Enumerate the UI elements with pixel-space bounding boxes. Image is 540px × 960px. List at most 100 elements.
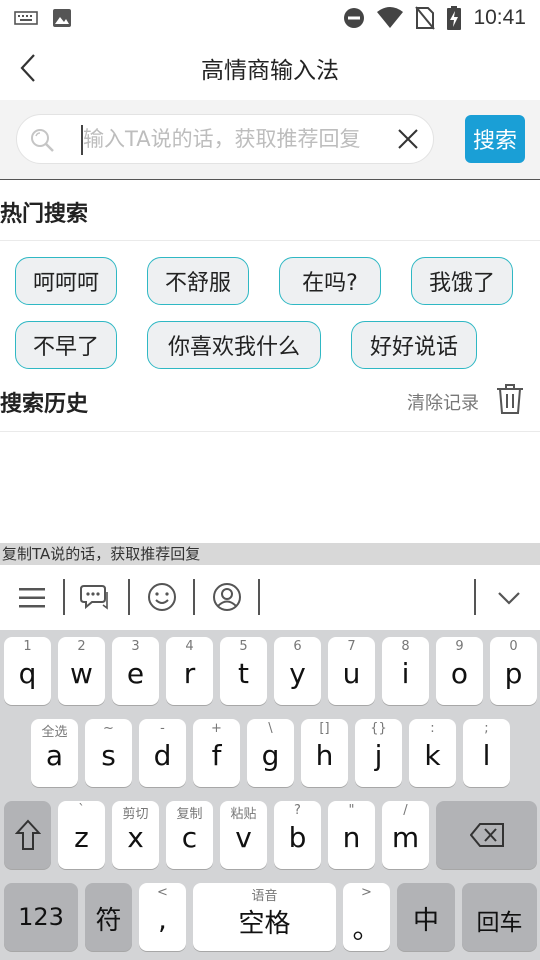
hot-tag[interactable]: 呵呵呵 [15, 257, 117, 305]
key-hint: 9 [455, 639, 464, 654]
key-c[interactable]: 复制 c [166, 801, 213, 869]
key-i[interactable]: 8i [382, 637, 429, 705]
key-e[interactable]: 3e [112, 637, 159, 705]
key-hint: 5 [239, 639, 248, 654]
key-a[interactable]: 全选 a [31, 719, 78, 787]
clear-history-button[interactable]: 清除记录 [407, 389, 479, 415]
key-hint: 1 [23, 639, 32, 654]
key-l[interactable]: ; l [463, 719, 510, 787]
divider [0, 240, 540, 241]
status-time: 10:41 [473, 6, 526, 29]
key-p[interactable]: 0p [490, 637, 537, 705]
key-label: v [235, 821, 252, 854]
key-s[interactable]: ~ s [85, 719, 132, 787]
chevron-down-icon[interactable] [497, 591, 521, 605]
key-hint: < [157, 885, 168, 900]
backspace-key[interactable] [436, 801, 537, 869]
key-f[interactable]: + f [193, 719, 240, 787]
no-sim-icon [415, 6, 436, 30]
back-button[interactable] [10, 50, 46, 86]
chat-bubble-icon[interactable] [80, 582, 110, 612]
key-hint: 复制 [176, 807, 203, 822]
key-label: , [158, 903, 167, 936]
hot-tag[interactable]: 我饿了 [411, 257, 513, 305]
enter-key[interactable]: 回车 [462, 883, 537, 951]
key-label: m [391, 821, 420, 854]
key-hint: [] [319, 721, 330, 736]
hot-tag[interactable]: 不早了 [15, 321, 117, 369]
key-h[interactable]: [] h [301, 719, 348, 787]
key-q[interactable]: 1q [4, 637, 51, 705]
key-d[interactable]: -d [139, 719, 186, 787]
key-g[interactable]: \ g [247, 719, 294, 787]
key-label: e [126, 657, 145, 690]
battery-charging-icon [447, 6, 462, 30]
shift-key[interactable] [4, 801, 51, 869]
key-y[interactable]: 6y [274, 637, 321, 705]
language-key[interactable]: 中 [397, 883, 455, 951]
key-v[interactable]: 粘贴 v [220, 801, 267, 869]
key-label: y [289, 657, 306, 690]
symbols-key[interactable]: 符 [85, 883, 132, 951]
key-label: f [211, 739, 222, 772]
key-label: i [401, 657, 410, 690]
key-hint: \ [268, 721, 273, 736]
menu-icon[interactable] [19, 587, 45, 609]
numbers-key[interactable]: 123 [4, 883, 78, 951]
space-key[interactable]: 语音 空格 [193, 883, 336, 951]
key-hint: 0 [509, 639, 518, 654]
key-hint: ; [484, 721, 489, 736]
key-hint: 3 [131, 639, 140, 654]
key-label: 符 [95, 906, 122, 936]
search-area: 搜索 [0, 100, 540, 180]
hot-tag[interactable]: 你喜欢我什么 [147, 321, 321, 369]
key-k[interactable]: :k [409, 719, 456, 787]
key-label: g [261, 739, 280, 772]
key-j[interactable]: {} j [355, 719, 402, 787]
period-key[interactable]: >。 [343, 883, 390, 951]
key-hint: " [348, 803, 355, 818]
backspace-icon [470, 823, 504, 847]
status-bar: 10:41 [0, 0, 540, 36]
key-w[interactable]: 2w [58, 637, 105, 705]
key-m[interactable]: / m [382, 801, 429, 869]
comma-key[interactable]: <, [139, 883, 186, 951]
chevron-left-icon [20, 54, 35, 82]
key-t[interactable]: 5t [220, 637, 267, 705]
hot-tag[interactable]: 在吗? [279, 257, 381, 305]
key-z[interactable]: ` z [58, 801, 105, 869]
hot-tag[interactable]: 不舒服 [147, 257, 249, 305]
key-label: 。 [352, 912, 381, 945]
key-hint: 6 [293, 639, 302, 654]
search-input[interactable] [83, 121, 403, 157]
clipboard-hint[interactable]: 复制TA说的话，获取推荐回复 [0, 543, 540, 565]
key-hint: 4 [185, 639, 194, 654]
toolbar-separator [63, 579, 65, 615]
key-o[interactable]: 9o [436, 637, 483, 705]
key-n[interactable]: " n [328, 801, 375, 869]
key-r[interactable]: 4r [166, 637, 213, 705]
key-label: u [342, 657, 361, 690]
key-label: 空格 [238, 909, 291, 939]
key-label: l [482, 739, 491, 772]
key-hint: 全选 [41, 725, 68, 740]
emoji-icon[interactable] [147, 582, 177, 612]
key-label: k [424, 739, 441, 772]
key-x[interactable]: 剪切 x [112, 801, 159, 869]
key-u[interactable]: 7u [328, 637, 375, 705]
key-b[interactable]: ? b [274, 801, 321, 869]
key-hint: 7 [347, 639, 356, 654]
key-label: 回车 [476, 910, 523, 936]
user-profile-icon[interactable] [212, 582, 242, 612]
key-label: c [181, 821, 198, 854]
key-hint: 粘贴 [230, 807, 257, 822]
key-hint: : [430, 721, 435, 736]
search-box[interactable] [16, 114, 434, 164]
hot-search-title: 热门搜索 [0, 202, 89, 227]
hot-tag[interactable]: 好好说话 [351, 321, 477, 369]
key-hint: + [211, 721, 222, 736]
trash-icon[interactable] [496, 384, 524, 414]
clear-input-icon[interactable] [395, 126, 421, 152]
title-bar: 高情商输入法 [0, 36, 540, 100]
search-button[interactable]: 搜索 [465, 115, 525, 163]
